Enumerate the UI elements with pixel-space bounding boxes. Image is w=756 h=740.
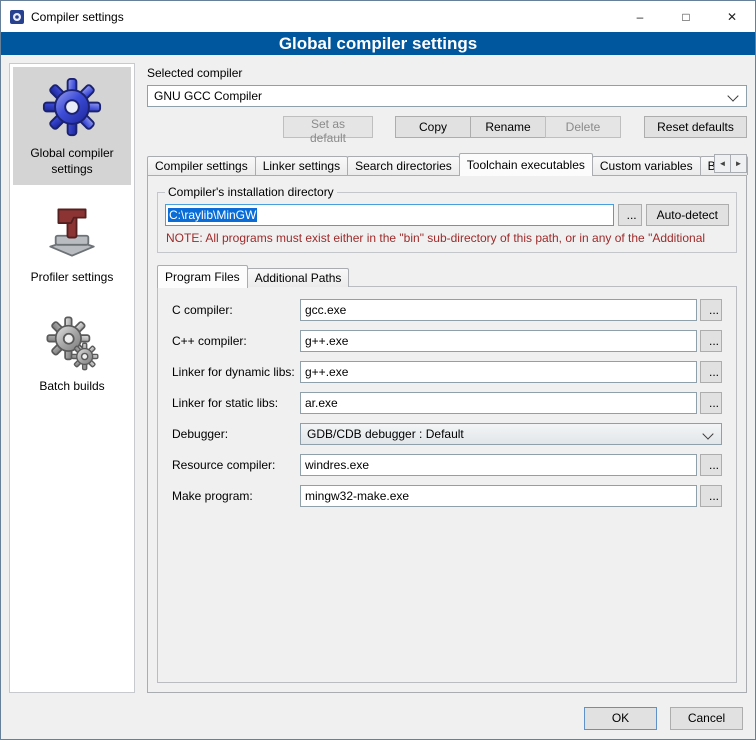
- install-dir-input[interactable]: C:\raylib\MinGW: [165, 204, 614, 226]
- compiler-actions: Set as default Copy Rename Delete Reset …: [147, 116, 747, 138]
- field-label: C compiler:: [172, 303, 300, 317]
- minimize-button[interactable]: –: [617, 1, 663, 32]
- close-button[interactable]: ✕: [709, 1, 755, 32]
- cancel-button[interactable]: Cancel: [670, 707, 743, 730]
- selected-compiler-label: Selected compiler: [147, 66, 747, 80]
- field-row-c-compiler: C compiler: ...: [172, 299, 722, 321]
- copy-button[interactable]: Copy: [395, 116, 471, 138]
- tab-scroll-left-button[interactable]: ◄: [714, 154, 731, 173]
- make-program-input[interactable]: [300, 485, 697, 507]
- install-dir-value: C:\raylib\MinGW: [168, 208, 257, 222]
- tab-custom-variables[interactable]: Custom variables: [592, 156, 701, 175]
- field-label: C++ compiler:: [172, 334, 300, 348]
- page-title: Global compiler settings: [1, 32, 755, 55]
- tab-scroll-buttons: ◄ ►: [715, 154, 747, 173]
- sidebar-item-label: Profiler settings: [31, 270, 114, 286]
- dynamic-linker-input[interactable]: [300, 361, 697, 383]
- gear-icon: [41, 76, 103, 138]
- tab-additional-paths[interactable]: Additional Paths: [247, 268, 350, 287]
- program-files-panel: C compiler: ... C++ compiler: ...: [157, 286, 737, 683]
- static-linker-browse-button[interactable]: ...: [700, 392, 722, 414]
- tab-program-files[interactable]: Program Files: [157, 265, 248, 288]
- sidebar-item-label: Global compiler settings: [15, 146, 129, 177]
- bin-subdirectory-note: NOTE: All programs must exist either in …: [166, 231, 728, 245]
- chevron-down-icon: [702, 428, 713, 439]
- tab-scroll-right-button[interactable]: ►: [730, 154, 747, 173]
- c-compiler-browse-button[interactable]: ...: [700, 299, 722, 321]
- compiler-select[interactable]: GNU GCC Compiler: [147, 85, 747, 107]
- field-label: Linker for dynamic libs:: [172, 365, 300, 379]
- reset-defaults-button[interactable]: Reset defaults: [644, 116, 747, 138]
- caption-buttons: – □ ✕: [617, 1, 755, 32]
- sidebar-item-batch-builds[interactable]: Batch builds: [13, 304, 131, 403]
- cpp-compiler-browse-button[interactable]: ...: [700, 330, 722, 352]
- resource-compiler-browse-button[interactable]: ...: [700, 454, 722, 476]
- dialog-body: Global compiler settings: [1, 55, 755, 697]
- debugger-select-value: GDB/CDB debugger : Default: [307, 427, 464, 441]
- delete-button[interactable]: Delete: [545, 116, 621, 138]
- installation-directory-group: Compiler's installation directory C:\ray…: [157, 185, 737, 253]
- sub-tab-strip: Program Files Additional Paths: [157, 264, 737, 287]
- field-row-dynamic-linker: Linker for dynamic libs: ...: [172, 361, 722, 383]
- compiler-settings-dialog: Compiler settings – □ ✕ Global compiler …: [0, 0, 756, 740]
- field-row-resource-compiler: Resource compiler: ...: [172, 454, 722, 476]
- field-row-make-program: Make program: ...: [172, 485, 722, 507]
- c-compiler-input[interactable]: [300, 299, 697, 321]
- field-row-debugger: Debugger: GDB/CDB debugger : Default: [172, 423, 722, 445]
- installation-directory-row: C:\raylib\MinGW ... Auto-detect: [165, 204, 729, 226]
- field-row-cpp-compiler: C++ compiler: ...: [172, 330, 722, 352]
- resource-compiler-input[interactable]: [300, 454, 697, 476]
- tab-strip: Compiler settings Linker settings Search…: [147, 152, 747, 175]
- chevron-down-icon: [727, 90, 738, 101]
- tab-compiler-settings[interactable]: Compiler settings: [147, 156, 256, 175]
- static-linker-input[interactable]: [300, 392, 697, 414]
- window-title: Compiler settings: [31, 10, 124, 24]
- sidebar-item-global-compiler-settings[interactable]: Global compiler settings: [13, 67, 131, 185]
- field-label: Debugger:: [172, 427, 300, 441]
- batch-builds-icon: [43, 313, 101, 371]
- field-label: Make program:: [172, 489, 300, 503]
- rename-button[interactable]: Rename: [470, 116, 546, 138]
- main-panel: Selected compiler GNU GCC Compiler Set a…: [147, 63, 747, 693]
- field-label: Linker for static libs:: [172, 396, 300, 410]
- app-icon: [9, 9, 25, 25]
- tab-linker-settings[interactable]: Linker settings: [255, 156, 348, 175]
- sidebar-item-profiler-settings[interactable]: Profiler settings: [13, 195, 131, 294]
- tab-toolchain-executables[interactable]: Toolchain executables: [459, 153, 593, 176]
- tab-search-directories[interactable]: Search directories: [347, 156, 460, 175]
- sidebar-item-label: Batch builds: [39, 379, 104, 395]
- field-row-static-linker: Linker for static libs: ...: [172, 392, 722, 414]
- debugger-select[interactable]: GDB/CDB debugger : Default: [300, 423, 722, 445]
- cpp-compiler-input[interactable]: [300, 330, 697, 352]
- ok-button[interactable]: OK: [584, 707, 657, 730]
- compiler-select-value: GNU GCC Compiler: [154, 89, 262, 103]
- auto-detect-button[interactable]: Auto-detect: [646, 204, 729, 226]
- installation-directory-legend: Compiler's installation directory: [165, 185, 337, 199]
- install-dir-browse-button[interactable]: ...: [618, 204, 642, 226]
- make-program-browse-button[interactable]: ...: [700, 485, 722, 507]
- set-as-default-button[interactable]: Set as default: [283, 116, 373, 138]
- dynamic-linker-browse-button[interactable]: ...: [700, 361, 722, 383]
- titlebar: Compiler settings – □ ✕: [1, 1, 755, 32]
- sidebar: Global compiler settings: [9, 63, 135, 693]
- field-label: Resource compiler:: [172, 458, 300, 472]
- profiler-icon: [43, 204, 101, 262]
- toolchain-executables-panel: Compiler's installation directory C:\ray…: [147, 175, 747, 693]
- dialog-footer: OK Cancel: [1, 697, 755, 739]
- maximize-button[interactable]: □: [663, 1, 709, 32]
